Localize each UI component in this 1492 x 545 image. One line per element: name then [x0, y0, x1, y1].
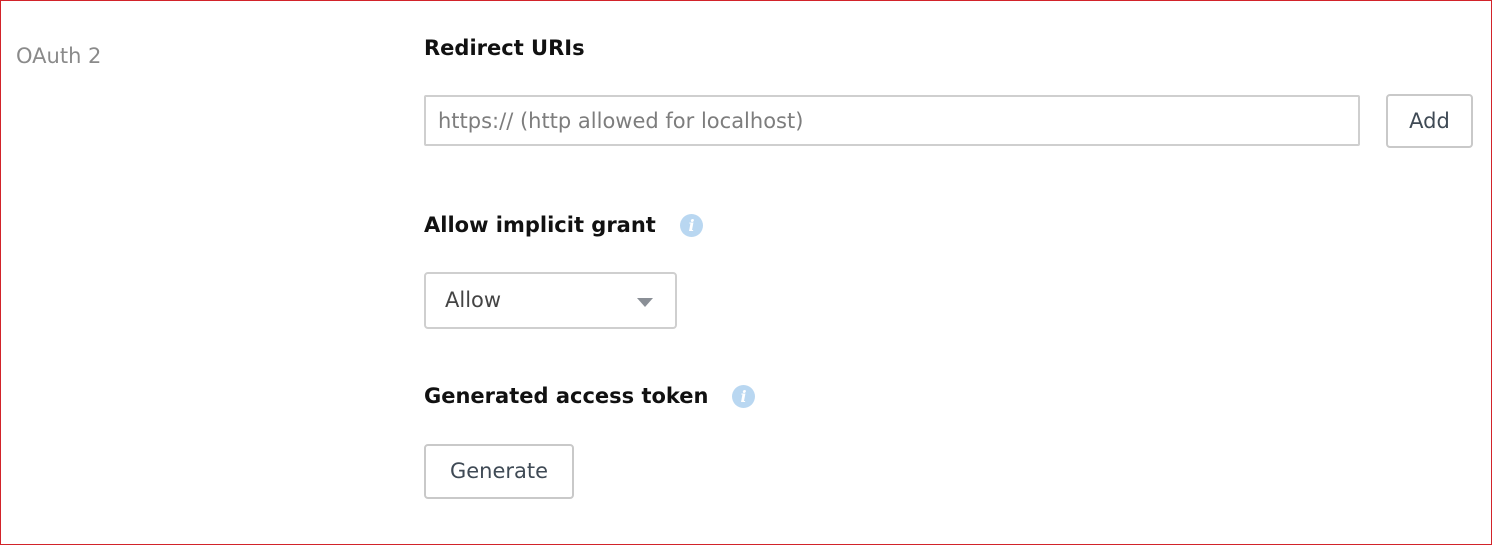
info-icon[interactable]: i	[680, 214, 703, 237]
section-label: OAuth 2	[16, 44, 102, 68]
add-redirect-uri-button[interactable]: Add	[1386, 94, 1473, 148]
oauth2-settings-panel: OAuth 2 Redirect URIs Add Allow implicit…	[0, 0, 1492, 545]
generate-token-button[interactable]: Generate	[424, 444, 574, 499]
redirect-uris-heading: Redirect URIs	[424, 36, 585, 60]
redirect-uri-input[interactable]	[424, 95, 1360, 146]
info-icon[interactable]: i	[732, 385, 755, 408]
access-token-heading: Generated access token	[424, 384, 709, 408]
implicit-grant-selected-value: Allow	[445, 288, 502, 312]
implicit-grant-heading: Allow implicit grant	[424, 213, 656, 237]
implicit-grant-select[interactable]: Allow	[424, 272, 677, 329]
chevron-down-icon	[637, 298, 653, 307]
